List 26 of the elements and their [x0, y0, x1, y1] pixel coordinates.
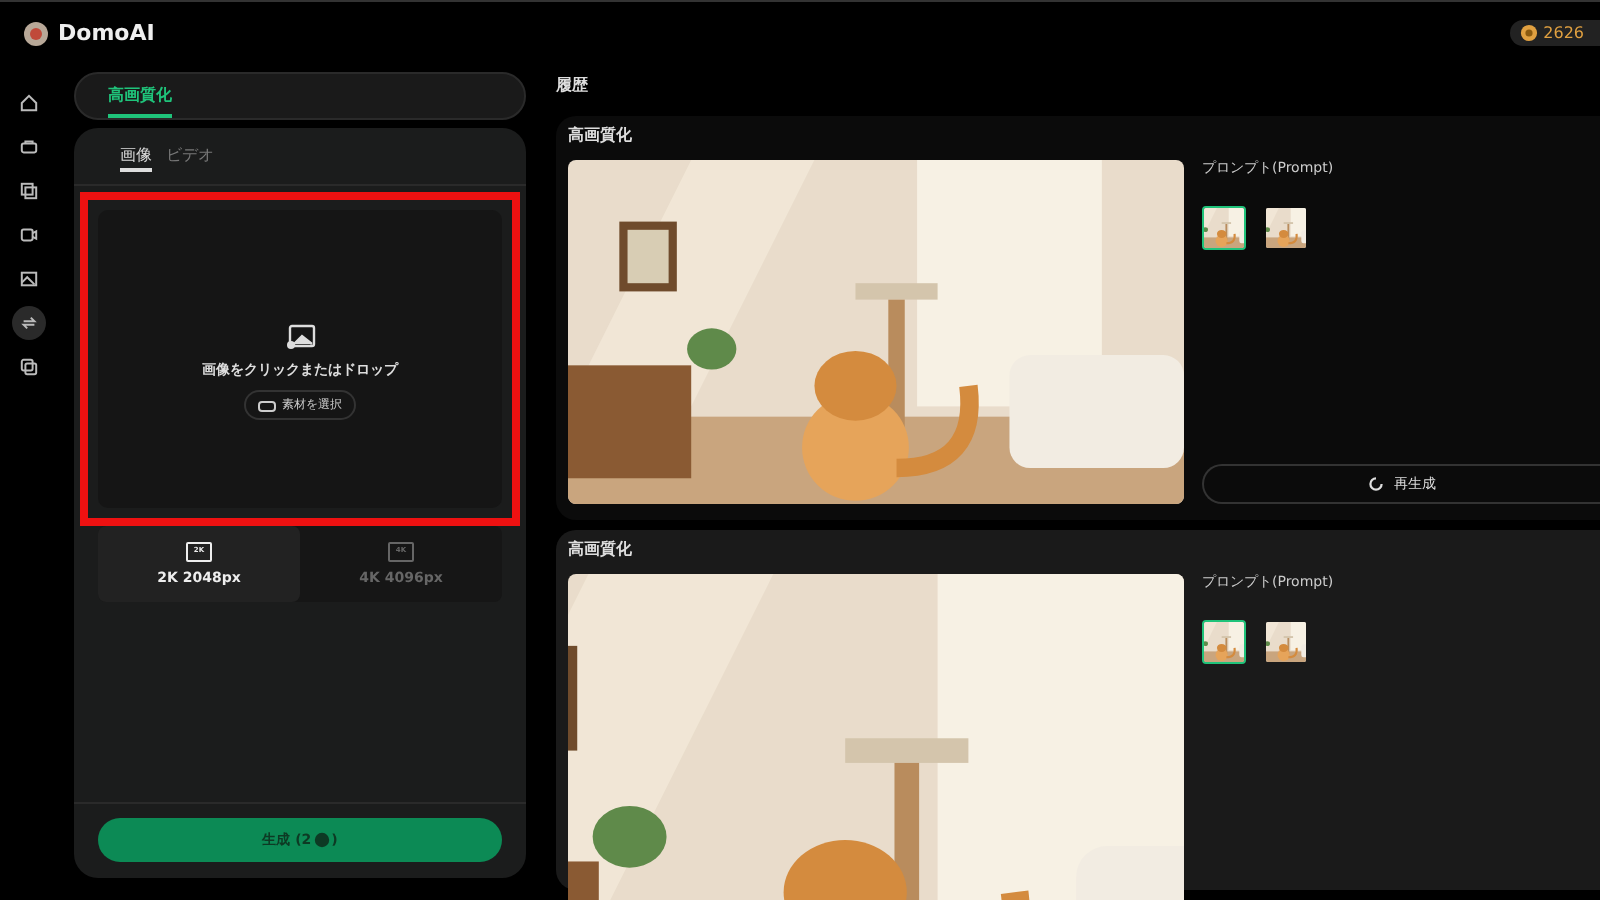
- thumbnail[interactable]: [1202, 620, 1246, 664]
- cloud-icon: [258, 397, 276, 411]
- refresh-icon: [1368, 476, 1384, 492]
- logo-icon: [24, 21, 48, 45]
- video-icon: [19, 226, 37, 244]
- thumbnail[interactable]: [1202, 206, 1246, 250]
- credits-badge[interactable]: 2626: [1509, 20, 1600, 46]
- coin-icon: [1519, 24, 1538, 42]
- coin-icon: [313, 832, 330, 848]
- thumbnail[interactable]: [1264, 206, 1308, 250]
- home-icon: [19, 94, 37, 112]
- mode-tab[interactable]: 高画質化: [108, 74, 172, 118]
- image-upload-icon: [285, 323, 315, 349]
- box-icon: [19, 138, 37, 156]
- app-name: DomoAI: [58, 20, 155, 46]
- card-title: 高画質化: [568, 124, 634, 148]
- card-title: 高画質化: [568, 538, 634, 562]
- image-icon: [19, 270, 37, 288]
- media-tab[interactable]: 画像: [120, 140, 152, 172]
- media-tab[interactable]: ビデオ: [166, 140, 214, 172]
- nav-button[interactable]: [11, 306, 45, 340]
- history-heading: 履歴: [556, 74, 590, 96]
- layers-icon: [19, 182, 37, 200]
- thumbnail[interactable]: [1264, 620, 1308, 664]
- copy-icon: [19, 358, 37, 376]
- convert-icon: [19, 314, 37, 332]
